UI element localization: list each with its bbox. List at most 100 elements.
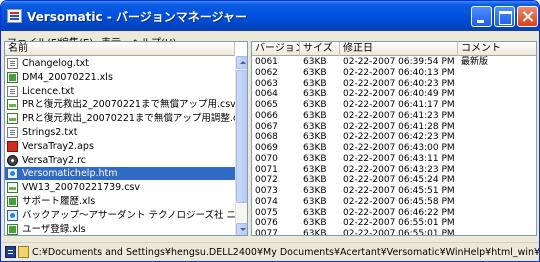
- version-cell: 0077: [255, 229, 278, 236]
- version-row[interactable]: 0074 63KB 02-22-2007 06:45:58 PM: [252, 196, 536, 208]
- version-row[interactable]: 0076 63KB 02-22-2007 06:55:01 PM: [252, 218, 536, 229]
- csv-file-icon: [7, 99, 18, 111]
- minimize-button[interactable]: [471, 6, 492, 27]
- excel-file-icon: [7, 196, 18, 207]
- app-window: Versomatic - バージョンマネージャー ファイル(F) 編集(E) 表…: [0, 0, 540, 262]
- version-cell: 0070: [255, 153, 278, 164]
- version-cell: 0062: [255, 67, 278, 78]
- column-header-version[interactable]: バージョン: [252, 42, 300, 56]
- csv-file-icon: [7, 182, 18, 194]
- modified-cell: 02-22-2007 06:43:11 PM: [343, 153, 455, 164]
- text-file-icon: [7, 127, 18, 138]
- file-name: PRと復元救出2_20070221まで無償アップ用.csv: [22, 99, 235, 111]
- version-cell: 0076: [255, 218, 278, 229]
- version-cell: 0068: [255, 132, 278, 143]
- version-row[interactable]: 0077 63KB 02-22-2007 06:55:01 PM: [252, 229, 536, 236]
- size-cell: 63KB: [303, 164, 327, 175]
- modified-cell: 02-22-2007 06:45:51 PM: [343, 186, 455, 196]
- version-row[interactable]: 0062 63KB 02-22-2007 06:40:13 PM: [252, 67, 536, 79]
- size-cell: 63KB: [303, 218, 327, 229]
- html-file-icon: [7, 209, 18, 221]
- size-cell: 63KB: [303, 207, 327, 218]
- version-cell: 0066: [255, 110, 278, 121]
- version-cell: 0067: [255, 121, 278, 132]
- version-row[interactable]: 0064 63KB 02-22-2007 06:40:49 PM: [252, 89, 536, 100]
- maximize-button[interactable]: [494, 6, 515, 27]
- file-name: ユーザ登録.xls: [22, 223, 86, 235]
- version-cell: 0073: [255, 186, 278, 196]
- version-cell: 0072: [255, 175, 278, 186]
- close-button[interactable]: [517, 6, 538, 27]
- file-list-item[interactable]: VersaTray2.rc: [5, 154, 235, 167]
- file-list-item[interactable]: PRと復元救出2_20070221まで無償アップ用.csv: [5, 98, 235, 111]
- version-row[interactable]: 0075 63KB 02-22-2007 06:46:22 PM: [252, 207, 536, 219]
- modified-cell: 02-22-2007 06:41:28 PM: [343, 121, 455, 132]
- version-row[interactable]: 0066 63KB 02-22-2007 06:41:23 PM: [252, 110, 536, 122]
- file-name: VersaTray2.rc: [22, 154, 87, 166]
- modified-cell: 02-22-2007 06:45:58 PM: [343, 196, 455, 207]
- version-cell: 0071: [255, 164, 278, 175]
- version-row[interactable]: 0061 63KB 02-22-2007 06:39:54 PM 最新版: [252, 57, 536, 68]
- version-cell: 0065: [255, 100, 278, 110]
- modified-cell: 02-22-2007 06:45:24 PM: [343, 175, 455, 186]
- column-header-name[interactable]: 名前: [5, 42, 235, 56]
- file-list-item[interactable]: サポート履歴.xls: [5, 195, 235, 208]
- file-name: バックアップ〜アサーダント テクノロジーズ社 ニュースリリ...: [22, 209, 235, 221]
- modified-cell: 02-22-2007 06:55:01 PM: [343, 218, 455, 229]
- file-name: PRと復元救出_20070221まで無償アップ用調整.csv: [22, 113, 235, 125]
- file-list-scrollbar[interactable]: [235, 56, 247, 235]
- file-list-item[interactable]: DM4_20070221.xls: [5, 71, 235, 84]
- folder-icon: [18, 246, 29, 258]
- file-list-item[interactable]: VersaTray2.aps: [5, 140, 235, 153]
- aps-file-icon: [7, 140, 18, 152]
- modified-cell: 02-22-2007 06:40:23 PM: [343, 78, 455, 89]
- file-list-item[interactable]: PRと復元救出_20070221まで無償アップ用調整.csv: [5, 112, 235, 125]
- status-path: C:¥Documents and Settings¥hengsu.DELL240…: [32, 247, 540, 258]
- app-icon[interactable]: [7, 9, 22, 23]
- version-row[interactable]: 0070 63KB 02-22-2007 06:43:11 PM: [252, 153, 536, 165]
- file-list-item[interactable]: Versomatichelp.htm: [5, 167, 235, 181]
- version-row[interactable]: 0071 63KB 02-22-2007 06:43:23 PM: [252, 164, 536, 176]
- version-list-pane: バージョン サイズ 修正日 コメント 0061 63KB 02-22-2007 06…: [251, 41, 537, 236]
- version-row[interactable]: 0063 63KB 02-22-2007 06:40:23 PM: [252, 78, 536, 90]
- modified-cell: 02-22-2007 06:40:49 PM: [343, 89, 455, 100]
- modified-cell: 02-22-2007 06:43:23 PM: [343, 164, 455, 175]
- file-list-item[interactable]: ユーザ登録.xls: [5, 223, 235, 235]
- modified-cell: 02-22-2007 06:39:54 PM: [343, 57, 455, 67]
- version-row[interactable]: 0067 63KB 02-22-2007 06:41:28 PM: [252, 121, 536, 133]
- file-name: DM4_20070221.xls: [22, 71, 113, 83]
- modified-cell: 02-22-2007 06:46:22 PM: [343, 207, 455, 218]
- file-list-item[interactable]: Licence.txt: [5, 85, 235, 98]
- size-cell: 63KB: [303, 186, 327, 196]
- version-row[interactable]: 0069 63KB 02-22-2007 06:43:00 PM: [252, 143, 536, 154]
- size-cell: 63KB: [303, 67, 327, 78]
- version-cell: 0069: [255, 143, 278, 153]
- scroll-down-button[interactable]: [236, 223, 247, 235]
- file-list-item[interactable]: バックアップ〜アサーダント テクノロジーズ社 ニュースリリ...: [5, 209, 235, 222]
- comment-cell: 最新版: [461, 57, 489, 67]
- file-list-item[interactable]: Strings2.txt: [5, 126, 235, 139]
- size-cell: 63KB: [303, 121, 327, 132]
- file-list-item[interactable]: VW13_20070221739.csv: [5, 181, 235, 194]
- version-row[interactable]: 0068 63KB 02-22-2007 06:42:23 PM: [252, 132, 536, 143]
- version-cell: 0075: [255, 207, 278, 218]
- title-bar[interactable]: Versomatic - バージョンマネージャー: [1, 1, 539, 31]
- scroll-thumb[interactable]: [236, 70, 247, 203]
- document-icon: [5, 246, 16, 258]
- version-row[interactable]: 0072 63KB 02-22-2007 06:45:24 PM: [252, 175, 536, 186]
- file-name: VW13_20070221739.csv: [22, 182, 141, 194]
- version-list-header: バージョン サイズ 修正日 コメント: [252, 42, 536, 56]
- file-name: VersaTray2.aps: [22, 140, 94, 152]
- version-row[interactable]: 0065 63KB 02-22-2007 06:41:17 PM: [252, 100, 536, 111]
- version-cell: 0064: [255, 89, 278, 100]
- file-list-item[interactable]: Changelog.txt: [5, 57, 235, 70]
- file-name: Licence.txt: [22, 85, 75, 97]
- column-header-size[interactable]: サイズ: [300, 42, 340, 56]
- size-cell: 63KB: [303, 175, 327, 186]
- modified-cell: 02-22-2007 06:41:17 PM: [343, 100, 455, 110]
- version-row[interactable]: 0073 63KB 02-22-2007 06:45:51 PM: [252, 186, 536, 197]
- scroll-up-button[interactable]: [236, 56, 247, 69]
- version-cell: 0061: [255, 57, 278, 67]
- column-header-comment[interactable]: コメント: [458, 42, 536, 56]
- column-header-modified[interactable]: 修正日: [340, 42, 458, 56]
